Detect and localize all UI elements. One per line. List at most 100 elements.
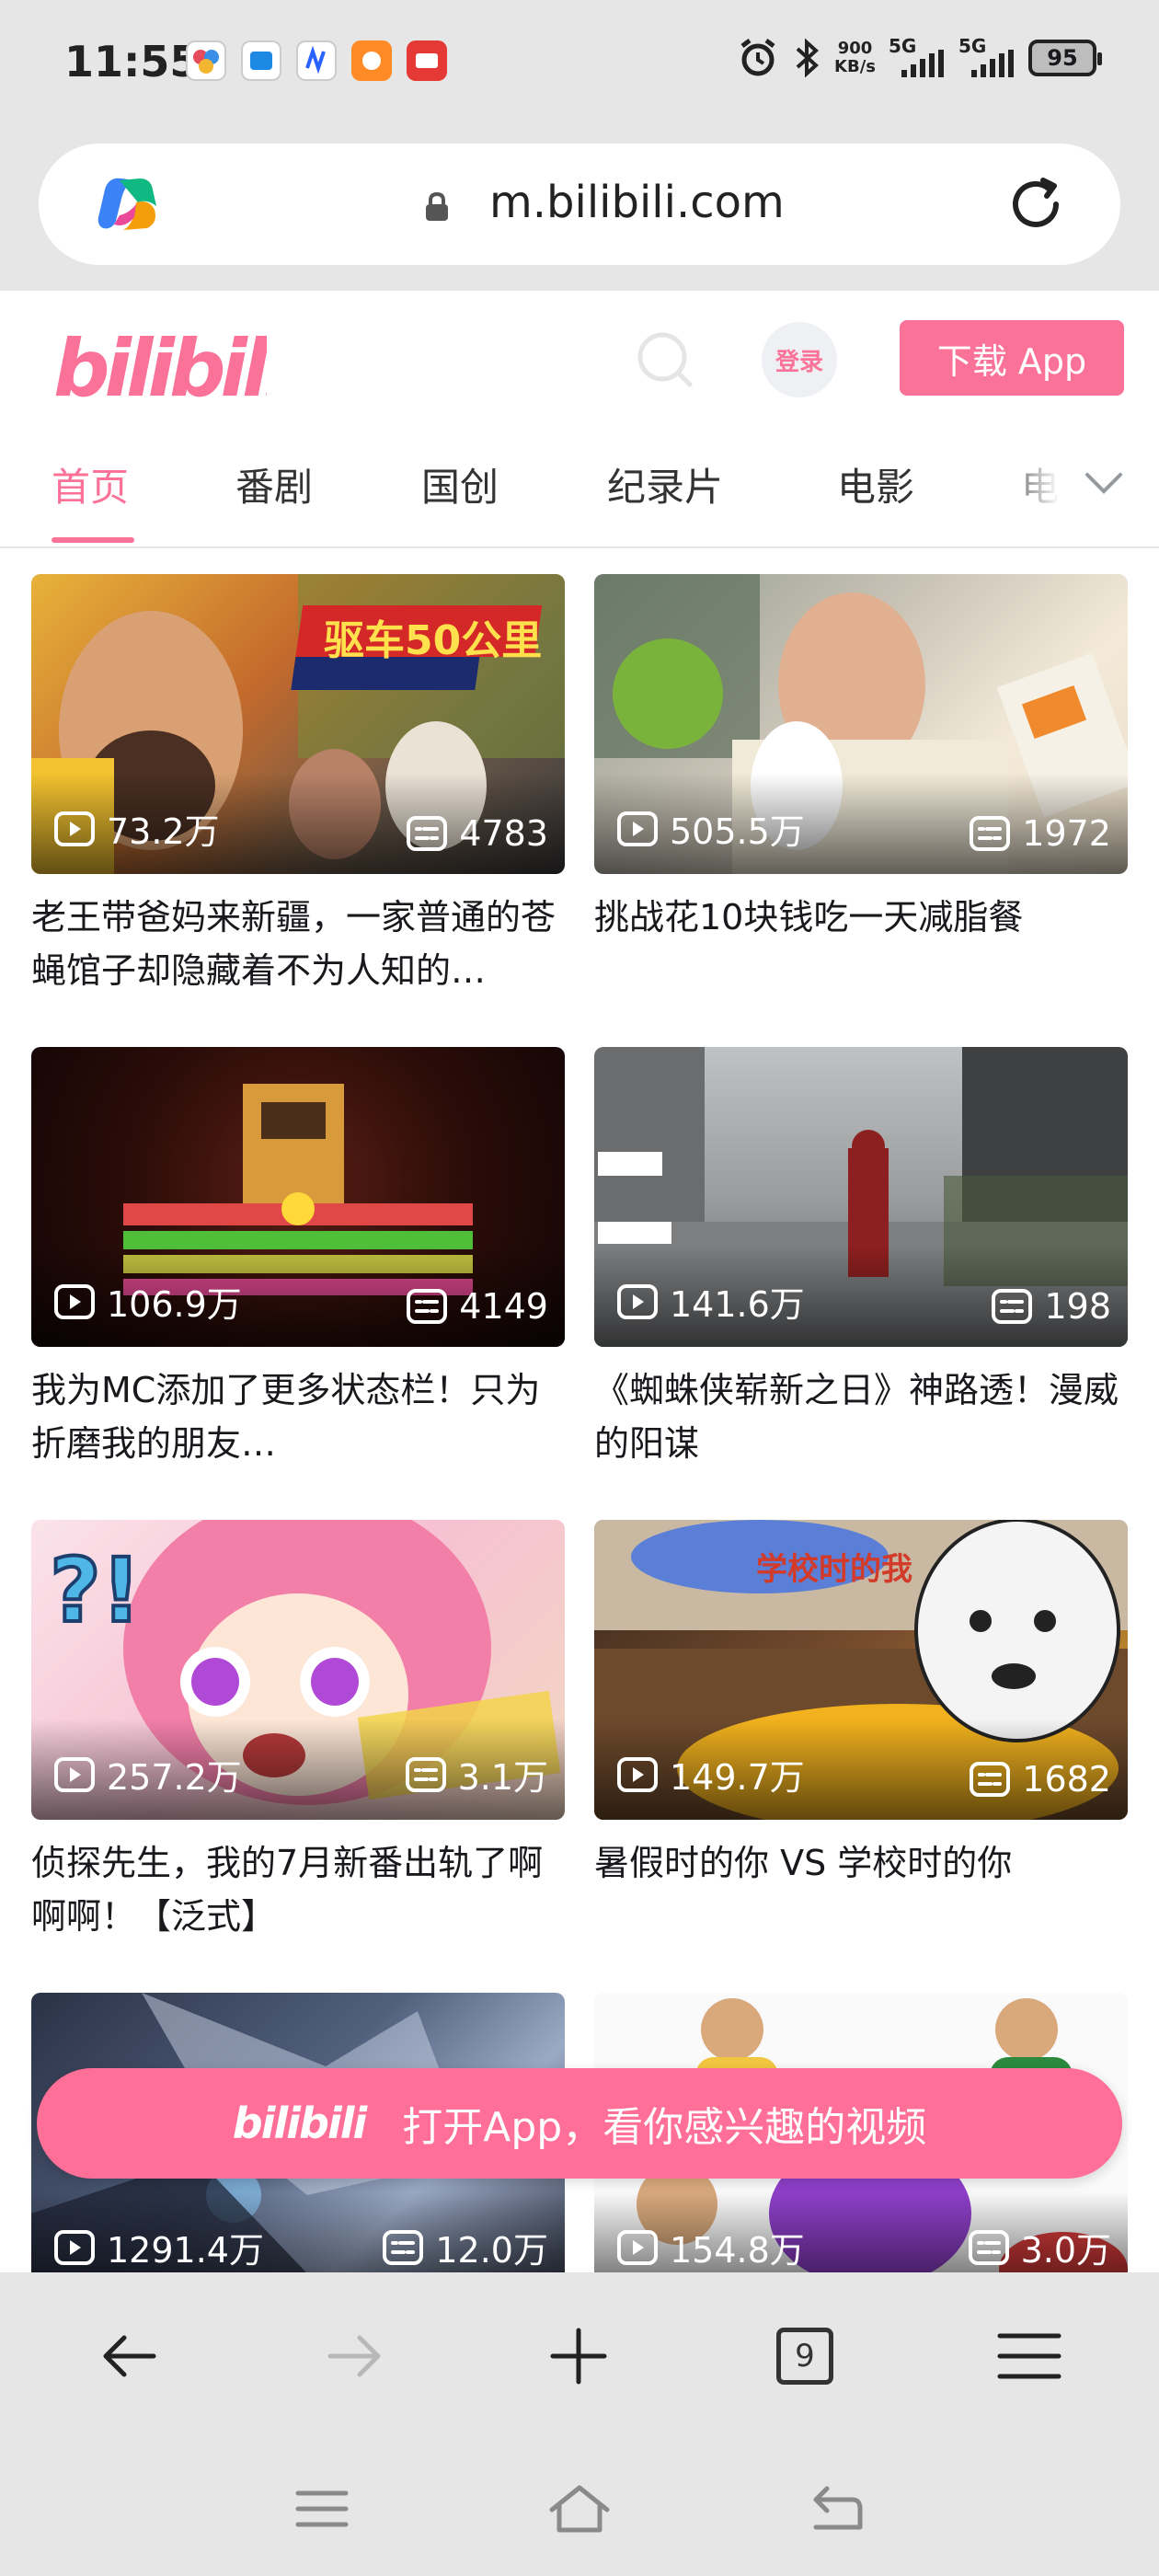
chevron-down-icon[interactable] <box>1082 466 1126 502</box>
play-icon <box>54 1756 95 1792</box>
search-icon[interactable] <box>633 328 697 392</box>
video-thumbnail[interactable]: 505.5万 1972 <box>594 574 1128 874</box>
danmaku-icon <box>405 1756 446 1792</box>
danmaku-icon <box>407 816 448 851</box>
reload-icon[interactable] <box>1003 171 1069 237</box>
back-button[interactable] <box>90 2317 169 2396</box>
video-title[interactable]: 我为MC添加了更多状态栏！只为折磨我的朋友… <box>31 1363 565 1470</box>
status-bar: 11:55 900 KB/s 5G 5G 95 <box>0 0 1159 129</box>
play-count: 73.2万 <box>53 803 220 854</box>
video-card[interactable]: 106.9万 4149 我为MC添加了更多状态栏！只为折磨我的朋友… <box>31 1047 565 1470</box>
forward-button[interactable] <box>315 2317 394 2396</box>
play-count-value: 257.2万 <box>107 1757 242 1798</box>
danmaku-icon <box>992 1289 1033 1324</box>
play-icon <box>617 1756 658 1792</box>
danmaku-count: 3.0万 <box>968 2222 1111 2272</box>
bilibili-logo[interactable]: bilibili <box>50 311 267 412</box>
back-arrow-icon <box>103 2335 156 2377</box>
danmaku-count: 4149 <box>406 1286 548 1327</box>
video-title[interactable]: 挑战花10块钱吃一天减脂餐 <box>594 891 1128 997</box>
danmaku-count-value: 3.0万 <box>1020 2230 1111 2271</box>
notification-icons <box>186 40 447 81</box>
home-button[interactable] <box>543 2478 616 2539</box>
video-thumbnail[interactable]: 驱车50公里 73.2万 4783 <box>31 574 565 874</box>
browser-toolbar: 9 <box>0 2272 1159 2438</box>
battery-icon: 95 <box>1028 40 1102 76</box>
menu-button[interactable] <box>990 2317 1069 2396</box>
app-notification-icon <box>241 40 281 81</box>
svg-text:bilibili: bilibili <box>53 323 267 412</box>
danmaku-count-value: 4783 <box>459 813 548 854</box>
video-card[interactable]: 学校时的我 149.7万 1682 暑假时的你 VS 学校时的你 <box>594 1520 1128 1943</box>
signal-icon: 5G <box>958 35 1016 81</box>
video-thumbnail[interactable]: 106.9万 4149 <box>31 1047 565 1347</box>
danmaku-count-value: 3.1万 <box>457 1757 548 1798</box>
banner-text: 打开App，看你感兴趣的视频 <box>402 2104 927 2151</box>
system-navigation <box>0 2438 1159 2576</box>
play-count: 505.5万 <box>616 803 805 854</box>
category-tabs: 首页 番剧 国创 纪录片 电影 电 <box>0 423 1159 548</box>
open-app-banner[interactable]: bilibili 打开App，看你感兴趣的视频 <box>37 2068 1122 2179</box>
play-count-value: 73.2万 <box>107 811 220 852</box>
copilot-icon[interactable] <box>92 171 162 237</box>
danmaku-count-value: 198 <box>1044 1286 1111 1327</box>
browser-address-area: m.bilibili.com <box>0 129 1159 291</box>
url-text[interactable]: m.bilibili.com <box>489 177 785 228</box>
play-count: 141.6万 <box>616 1276 805 1327</box>
plus-icon <box>550 2328 607 2385</box>
video-thumbnail[interactable]: 学校时的我 149.7万 1682 <box>594 1520 1128 1820</box>
app-notification-icon <box>407 40 447 81</box>
play-icon <box>54 2229 95 2265</box>
danmaku-icon <box>383 2229 424 2265</box>
tab-movie[interactable]: 电影 <box>837 456 914 512</box>
play-count-value: 505.5万 <box>670 811 805 852</box>
video-thumbnail[interactable]: 141.6万 198 <box>594 1047 1128 1347</box>
video-title[interactable]: 暑假时的你 VS 学校时的你 <box>594 1836 1128 1943</box>
address-bar[interactable]: m.bilibili.com <box>39 144 1120 265</box>
video-thumbnail[interactable]: ?! 257.2万 3.1万 <box>31 1520 565 1820</box>
video-card[interactable]: 驱车50公里 73.2万 4783 老王带爸妈来新疆，一家普通的苍蝇馆子却隐藏着… <box>31 574 565 997</box>
video-card[interactable]: 505.5万 1972 挑战花10块钱吃一天减脂餐 <box>594 574 1128 997</box>
status-time: 11:55 <box>64 37 200 86</box>
danmaku-count: 4783 <box>406 813 548 854</box>
tab-documentary[interactable]: 纪录片 <box>607 456 723 512</box>
tab-guochuang[interactable]: 国创 <box>421 456 499 512</box>
play-icon <box>617 811 658 846</box>
new-tab-button[interactable] <box>539 2317 618 2396</box>
play-count-value: 106.9万 <box>107 1284 242 1325</box>
site-header: bilibili 登录 下载 App <box>0 291 1159 423</box>
danmaku-icon <box>970 816 1011 851</box>
video-card[interactable]: ?! 257.2万 3.1万 侦探先生，我的7月新番出轨了啊啊啊！【泛式】 <box>31 1520 565 1943</box>
app-notification-icon <box>186 40 226 81</box>
menu-icon <box>997 2333 1061 2379</box>
danmaku-count: 12.0万 <box>382 2222 548 2272</box>
danmaku-count-value: 1682 <box>1022 1759 1111 1800</box>
home-icon <box>549 2485 610 2533</box>
recents-icon <box>295 2490 349 2527</box>
danmaku-count-value: 1972 <box>1022 813 1111 854</box>
tabs-button[interactable]: 9 <box>765 2317 844 2396</box>
play-count: 149.7万 <box>616 1749 805 1800</box>
tab-anime[interactable]: 番剧 <box>235 456 313 512</box>
network-speed-value: 900 <box>837 39 873 58</box>
recents-button[interactable] <box>285 2478 359 2539</box>
system-back-button[interactable] <box>798 2478 872 2539</box>
download-app-button[interactable]: 下载 App <box>900 320 1124 396</box>
video-title[interactable]: 侦探先生，我的7月新番出轨了啊啊啊！【泛式】 <box>31 1836 565 1943</box>
play-count-value: 141.6万 <box>670 1284 805 1325</box>
signal-icon: 5G <box>889 35 946 81</box>
play-icon <box>54 1283 95 1319</box>
login-button[interactable]: 登录 <box>762 322 837 397</box>
video-card[interactable]: 141.6万 198 《蜘蛛侠崭新之日》神路透！漫威的阳谋 <box>594 1047 1128 1470</box>
network-speed: 900 KB/s <box>834 40 876 76</box>
bluetooth-icon <box>796 38 820 78</box>
play-count-value: 149.7万 <box>670 1757 805 1798</box>
danmaku-count: 1972 <box>969 813 1111 854</box>
active-tab-indicator <box>52 537 134 543</box>
danmaku-icon <box>970 1762 1011 1797</box>
video-title[interactable]: 《蜘蛛侠崭新之日》神路透！漫威的阳谋 <box>594 1363 1128 1470</box>
back-icon <box>813 2486 863 2530</box>
video-title[interactable]: 老王带爸妈来新疆，一家普通的苍蝇馆子却隐藏着不为人知的… <box>31 891 565 997</box>
forward-arrow-icon <box>327 2335 381 2377</box>
tab-home[interactable]: 首页 <box>52 456 129 512</box>
